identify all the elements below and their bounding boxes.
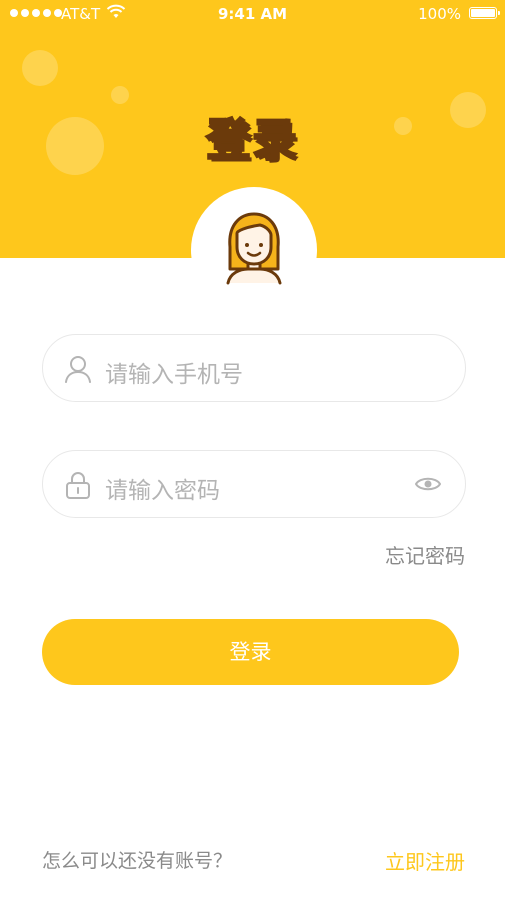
avatar-girl-icon — [226, 212, 282, 285]
battery-percent: 100% — [418, 5, 461, 23]
user-icon — [65, 356, 91, 383]
avatar — [191, 187, 317, 313]
phone-field[interactable]: 请输入手机号 — [42, 334, 466, 402]
no-account-text: 怎么可以还没有账号？ — [42, 850, 233, 872]
phone-placeholder: 请输入手机号 — [105, 362, 243, 388]
decor-bubble — [22, 50, 58, 86]
password-field[interactable]: 请输入密码 — [42, 450, 466, 518]
forgot-password-link[interactable]: 忘记密码 — [385, 540, 465, 569]
password-placeholder: 请输入密码 — [105, 478, 220, 504]
login-button[interactable]: 登录 — [42, 619, 459, 685]
decor-bubble — [111, 86, 129, 104]
lock-icon — [66, 472, 90, 499]
register-link[interactable]: 立即注册 — [385, 846, 465, 875]
status-bar: AT&T 9:41 AM 100% — [0, 0, 505, 28]
battery-icon — [469, 7, 500, 19]
page-title: 登录 — [205, 114, 299, 168]
eye-icon[interactable] — [415, 475, 441, 493]
